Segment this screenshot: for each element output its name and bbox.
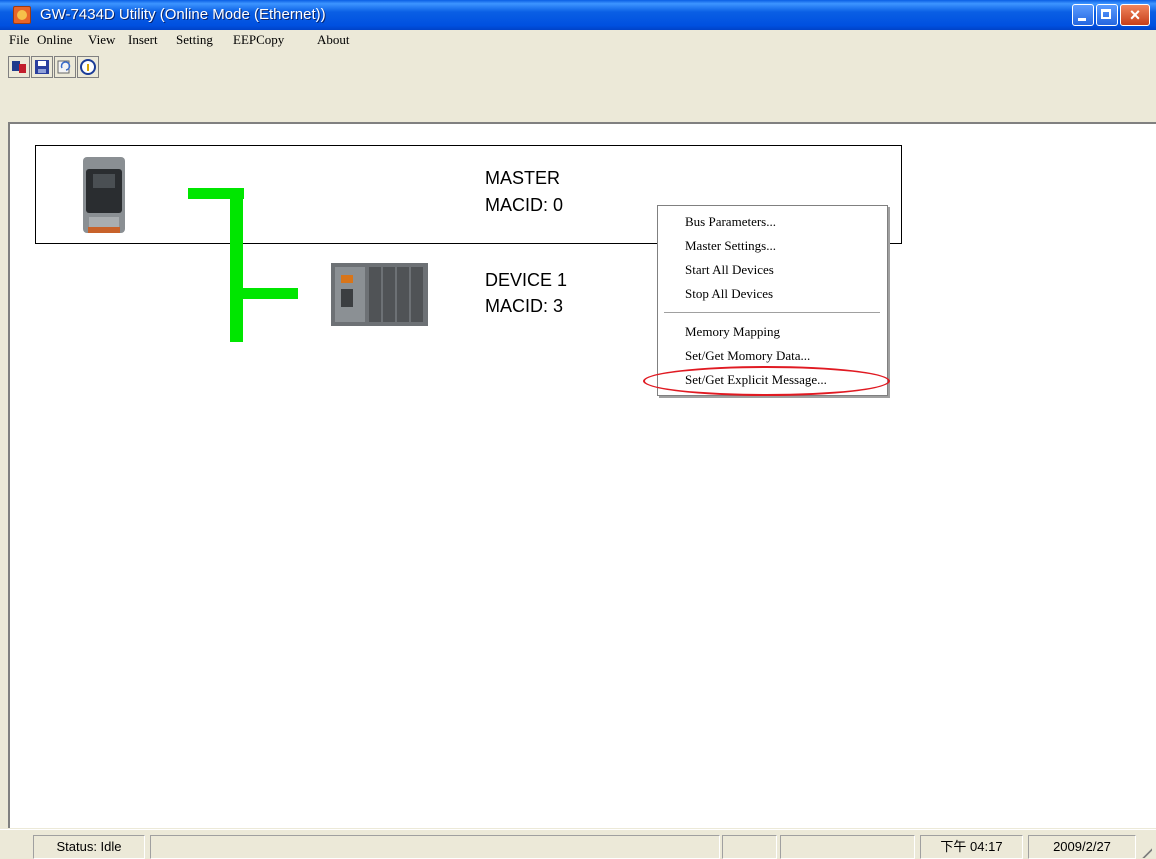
save-icon: [35, 60, 49, 74]
menu-file[interactable]: File: [9, 32, 29, 48]
app-icon[interactable]: [13, 6, 31, 24]
bus-line-vertical: [230, 188, 243, 342]
title-bar[interactable]: GW-7434D Utility (Online Mode (Ethernet)…: [0, 0, 1156, 30]
bus-line-branch: [243, 288, 298, 299]
reload-button[interactable]: [54, 56, 76, 78]
menu-set-get-memory-data[interactable]: Set/Get Momory Data...: [685, 348, 810, 364]
connect-icon: [12, 61, 26, 73]
status-text: Status: Idle: [33, 835, 145, 859]
device1-macid: MACID: 3: [485, 296, 564, 316]
close-icon: ×: [1129, 5, 1141, 25]
menu-eepcopy[interactable]: EEPCopy: [233, 32, 284, 48]
save-button[interactable]: [31, 56, 53, 78]
close-button[interactable]: ×: [1120, 4, 1150, 26]
maximize-button[interactable]: [1096, 4, 1118, 26]
menu-separator: [664, 312, 880, 314]
menu-setting[interactable]: Setting: [176, 32, 213, 48]
device1-controller-image[interactable]: [331, 263, 428, 326]
status-time: 下午 04:17: [920, 835, 1023, 859]
master-name: MASTER: [485, 168, 561, 188]
status-panel-empty: [150, 835, 720, 859]
resize-grip[interactable]: [1140, 846, 1152, 858]
menu-stop-all-devices[interactable]: Stop All Devices: [685, 286, 773, 302]
status-panel-empty-3: [780, 835, 915, 859]
menu-view[interactable]: View: [88, 32, 115, 48]
menu-online[interactable]: Online: [37, 32, 72, 48]
connect-button[interactable]: [8, 56, 30, 78]
window-title: GW-7434D Utility (Online Mode (Ethernet)…: [40, 6, 326, 23]
menu-bar: File Online View Insert Setting EEPCopy …: [0, 30, 1156, 50]
menu-master-settings[interactable]: Master Settings...: [685, 238, 776, 254]
minimize-button[interactable]: [1072, 4, 1094, 26]
menu-about[interactable]: About: [317, 32, 350, 48]
device1-name: DEVICE 1: [485, 270, 568, 290]
menu-bus-parameters[interactable]: Bus Parameters...: [685, 214, 776, 230]
menu-memory-mapping[interactable]: Memory Mapping: [685, 324, 780, 340]
master-macid: MACID: 0: [485, 195, 564, 215]
highlight-oval: [643, 366, 890, 396]
reload-icon: [57, 60, 71, 74]
status-date: 2009/2/27: [1028, 835, 1136, 859]
status-bar: Status: Idle 下午 04:17 2009/2/27: [0, 829, 1156, 859]
master-gateway-image[interactable]: [79, 157, 129, 233]
app-window: GW-7434D Utility (Online Mode (Ethernet)…: [0, 0, 1156, 859]
menu-start-all-devices[interactable]: Start All Devices: [685, 262, 774, 278]
menu-insert[interactable]: Insert: [128, 32, 158, 48]
status-panel-empty-2: [722, 835, 777, 859]
toolbar: [0, 52, 1156, 122]
info-icon: [80, 59, 96, 75]
info-button[interactable]: [77, 56, 99, 78]
